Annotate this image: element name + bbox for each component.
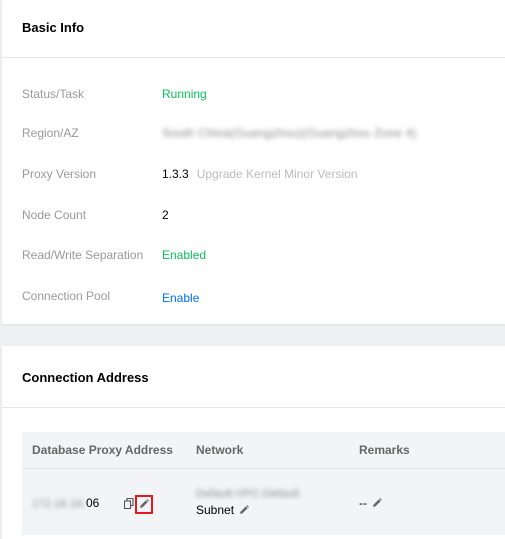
pencil-icon[interactable]	[372, 497, 383, 511]
basic-info-card: Basic Info Status/Task Running Region/AZ…	[2, 0, 505, 324]
copy-icon[interactable]	[123, 497, 134, 512]
remarks-cell: --	[359, 496, 383, 511]
status-row: Status/Task Running	[22, 87, 505, 105]
connection-pool-row: Connection Pool Enable	[22, 289, 505, 307]
address-suffix: 06	[86, 496, 100, 510]
remarks-value: --	[359, 496, 367, 510]
status-label: Status/Task	[22, 87, 85, 101]
node-count-row: Node Count 2	[22, 208, 505, 226]
region-value: South China(Guangzhou)(Guangzhou Zone 4)	[162, 126, 417, 140]
status-value: Running	[162, 87, 207, 101]
connection-address-title: Connection Address	[22, 370, 149, 385]
basic-info-title: Basic Info	[22, 20, 85, 35]
proxy-version-label: Proxy Version	[22, 167, 97, 181]
subnet-label: Subnet	[196, 503, 235, 517]
table-row: 172.16.16.06 Default-VPC-Default Subnet	[22, 468, 505, 535]
upgrade-kernel-link: Upgrade Kernel Minor Version	[196, 167, 358, 181]
node-count-label: Node Count	[22, 208, 87, 222]
region-label: Region/AZ	[22, 126, 79, 140]
edit-address-button[interactable]	[135, 495, 153, 514]
column-header-remarks: Remarks	[359, 443, 410, 457]
rw-separation-label: Read/Write Separation	[22, 248, 144, 262]
pencil-icon	[139, 498, 149, 512]
divider	[2, 57, 505, 58]
network-vpc-blurred: Default-VPC-Default	[196, 488, 300, 500]
connection-address-card: Connection Address Database Proxy Addres…	[2, 346, 505, 539]
rw-separation-row: Read/Write Separation Enabled	[22, 248, 505, 266]
column-header-address: Database Proxy Address	[32, 443, 173, 457]
proxy-version-number: 1.3.3	[162, 167, 189, 181]
proxy-version-row: Proxy Version 1.3.3 Upgrade Kernel Minor …	[22, 167, 505, 185]
table-header: Database Proxy Address Network Remarks	[22, 432, 505, 468]
connection-pool-label: Connection Pool	[22, 289, 111, 303]
rw-separation-value: Enabled	[162, 248, 207, 262]
enable-connection-pool-link[interactable]: Enable	[162, 291, 199, 305]
address-cell: 172.16.16.06	[32, 496, 99, 510]
pencil-icon[interactable]	[239, 504, 250, 518]
proxy-version-value: 1.3.3 Upgrade Kernel Minor Version	[162, 167, 357, 181]
divider	[2, 407, 505, 408]
network-cell: Default-VPC-Default Subnet	[196, 486, 299, 518]
address-blurred: 172.16.16.	[32, 498, 86, 510]
region-row: Region/AZ South China(Guangzhou)(Guangzh…	[22, 126, 505, 144]
region-value-blurred: South China(Guangzhou)(Guangzhou Zone 4)	[162, 126, 417, 140]
column-header-network: Network	[196, 443, 244, 457]
node-count-value: 2	[162, 208, 169, 222]
